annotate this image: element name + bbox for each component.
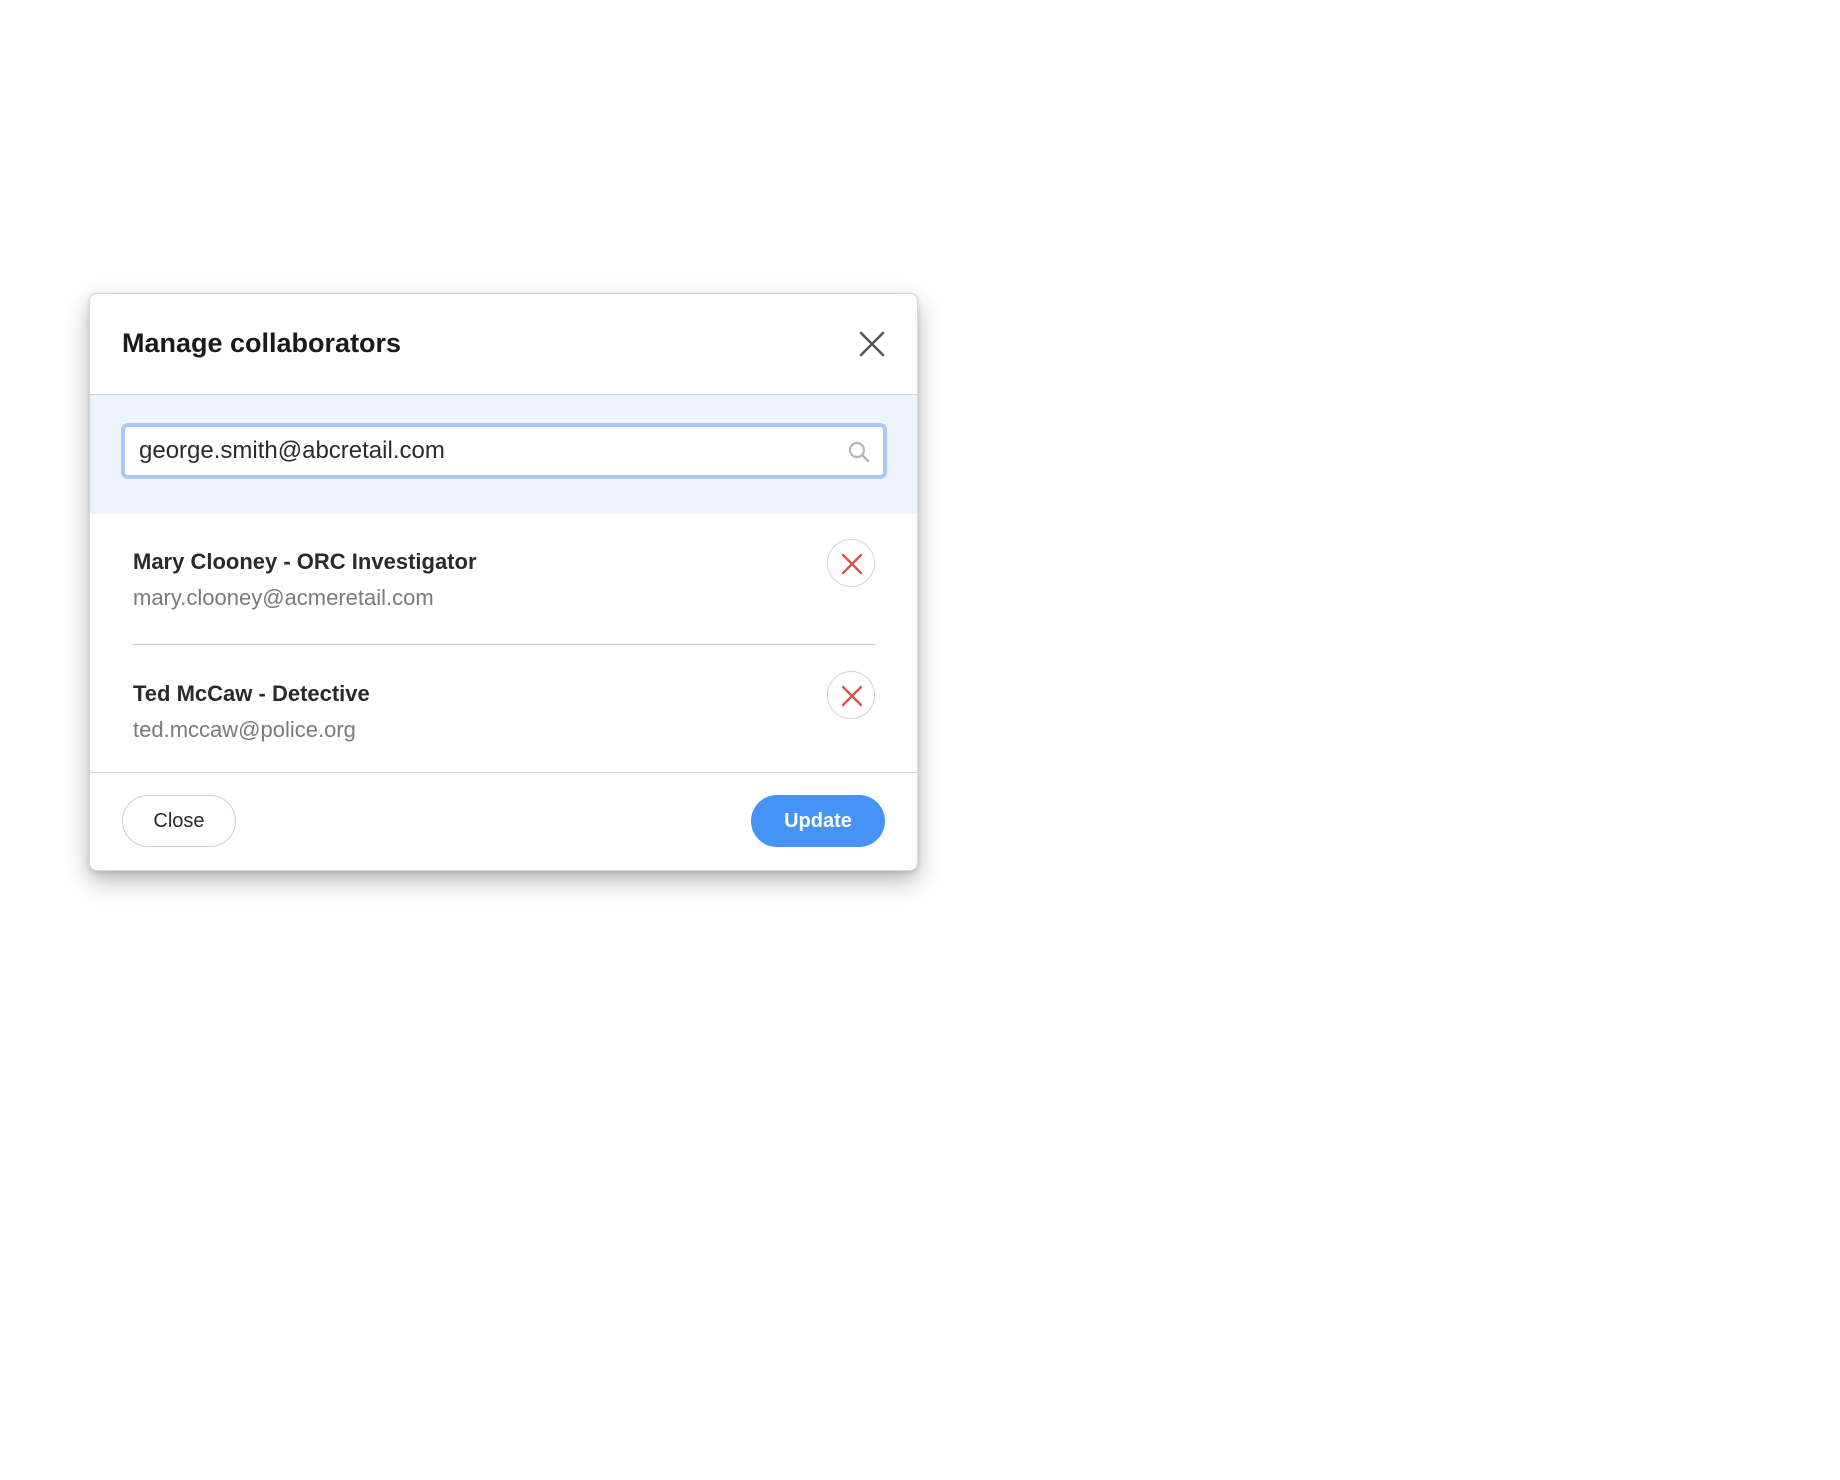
collaborator-name: Mary Clooney - ORC Investigator [133, 549, 477, 574]
collaborator-name: Ted McCaw - Detective [133, 681, 370, 706]
dialog-header: Manage collaborators [90, 294, 917, 395]
collaborator-email: mary.clooney@acmeretail.com [133, 585, 434, 610]
remove-icon [841, 553, 863, 575]
list-item: Mary Clooney - ORC Investigator mary.clo… [133, 539, 875, 629]
close-icon[interactable] [857, 329, 887, 359]
close-button[interactable]: Close [122, 795, 236, 847]
search-field[interactable] [121, 423, 887, 479]
collaborator-email: ted.mccaw@police.org [133, 717, 356, 742]
remove-collaborator-button[interactable] [827, 539, 875, 587]
collaborator-list: Mary Clooney - ORC Investigator mary.clo… [90, 514, 917, 772]
remove-collaborator-button[interactable] [827, 671, 875, 719]
search-input[interactable] [139, 427, 829, 475]
list-item: Ted McCaw - Detective ted.mccaw@police.o… [133, 671, 875, 761]
dialog-title: Manage collaborators [122, 328, 402, 358]
divider [133, 644, 875, 645]
dialog-footer: Close Update [90, 772, 917, 870]
manage-collaborators-dialog: Manage collaborators Mary Clooney - ORC … [89, 293, 918, 871]
update-button[interactable]: Update [751, 795, 885, 847]
remove-icon [841, 685, 863, 707]
search-icon [847, 440, 871, 464]
search-section [90, 395, 917, 514]
